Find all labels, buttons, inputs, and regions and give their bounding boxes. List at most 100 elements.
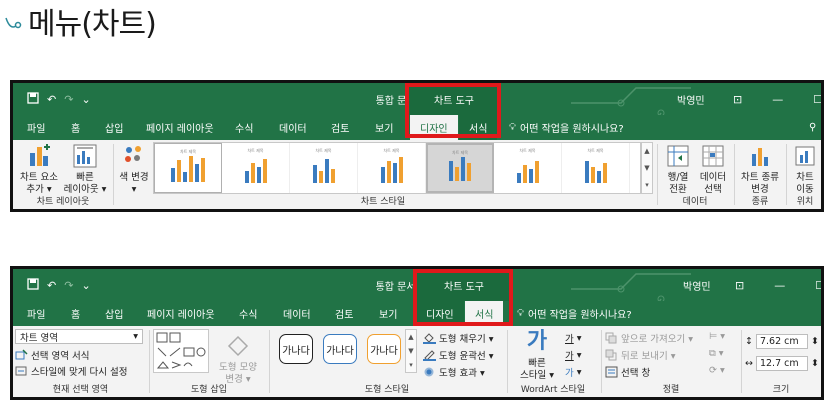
tab-formulas[interactable]: 수식 <box>235 115 253 140</box>
scroll-down-icon[interactable]: ▼ <box>408 347 413 355</box>
reset-to-match-style-button[interactable]: 스타일에 맞게 다시 설정 <box>15 364 127 378</box>
text-effects-button[interactable]: 가 ▾ <box>565 365 582 380</box>
quick-layout-button[interactable]: 빠른 레이아웃 ▾ <box>61 142 109 196</box>
chart-style-thumb-1[interactable]: 차트 제목 <box>154 143 222 193</box>
quick-layout-icon <box>71 142 99 170</box>
bring-forward-button[interactable]: 앞으로 가져오기 ▾ <box>605 331 693 345</box>
chart-style-thumb-7[interactable]: 차트 제목 <box>562 143 630 193</box>
shape-style-preset-3[interactable]: 가나다 <box>367 334 401 364</box>
tell-me-search[interactable]: 💡︎ 어떤 작업을 원하시나요? <box>509 115 624 140</box>
chart-element-dropdown[interactable]: 차트 영역 ▾ <box>15 329 143 344</box>
width-input[interactable]: 12.7 cm <box>755 356 808 371</box>
tab-view[interactable]: 보기 <box>375 115 393 140</box>
ribbon-display-icon[interactable]: ⊡ <box>735 279 744 292</box>
add-chart-element-button[interactable]: 차트 요소 추가 ▾ <box>17 142 61 196</box>
spinner-icon[interactable]: ⬍ <box>811 336 819 347</box>
tab-file[interactable]: 파일 <box>27 301 45 326</box>
user-name[interactable]: 박영민 <box>677 83 705 115</box>
chevron-down-icon: ▾ <box>133 331 138 342</box>
shape-fill-button[interactable]: 도형 채우기 ▾ <box>423 331 494 345</box>
format-selection-button[interactable]: 선택 영역 서식 <box>15 348 89 362</box>
tab-view[interactable]: 보기 <box>379 301 397 326</box>
shapes-icon <box>156 332 206 369</box>
redo-icon[interactable]: ↷ <box>64 93 73 106</box>
tab-data[interactable]: 데이터 <box>279 115 307 140</box>
spinner-icon[interactable]: ⬍ <box>811 358 819 369</box>
tab-home[interactable]: 홈 <box>71 301 80 326</box>
text-effects-icon: 가 <box>565 368 574 379</box>
tab-formulas[interactable]: 수식 <box>239 301 257 326</box>
chart-style-thumb-5[interactable]: 차트 제목 <box>426 143 494 193</box>
quick-access-toolbar: ↶ ↷ ⌄ <box>27 269 91 301</box>
tab-file[interactable]: 파일 <box>27 115 45 140</box>
customize-qat-icon[interactable]: ⌄ <box>81 93 90 106</box>
minimize-icon[interactable]: — <box>774 279 785 292</box>
chart-style-thumb-3[interactable]: 차트 제목 <box>290 143 358 193</box>
ribbon-display-icon[interactable]: ⊡ <box>733 93 742 106</box>
shape-style-preset-2[interactable]: 가나다 <box>323 334 357 364</box>
tab-page-layout[interactable]: 페이지 레이아웃 <box>147 301 215 326</box>
text-outline-button[interactable]: 가 ▾ <box>565 348 582 363</box>
tab-format[interactable]: 서식 <box>465 301 504 326</box>
selection-pane-button[interactable]: 선택 창 <box>605 365 650 379</box>
change-chart-type-button[interactable]: 차트 종류 변경 <box>735 142 785 196</box>
scroll-down-icon[interactable]: ▼ <box>644 164 649 172</box>
chart-tools-label: 차트 도구 <box>408 83 500 115</box>
scroll-up-icon[interactable]: ▲ <box>644 147 649 155</box>
tab-format[interactable]: 서식 <box>459 115 498 140</box>
height-input[interactable]: 7.62 cm <box>755 334 808 349</box>
chart-style-thumb-4[interactable]: 차트 제목 <box>358 143 426 193</box>
move-chart-icon <box>791 142 819 170</box>
select-data-button[interactable]: 데이터 선택 <box>696 142 730 196</box>
customize-qat-icon[interactable]: ⌄ <box>81 279 90 292</box>
maximize-icon[interactable]: ☐ <box>813 93 821 106</box>
window-controls: ⊡ — ☐ <box>735 269 821 301</box>
undo-icon[interactable]: ↶ <box>47 93 56 106</box>
gallery-more-icon[interactable]: ▾ <box>645 181 649 189</box>
minimize-icon[interactable]: — <box>772 93 783 106</box>
tab-page-layout[interactable]: 페이지 레이아웃 <box>146 115 214 140</box>
undo-icon[interactable]: ↶ <box>47 279 56 292</box>
shape-effects-button[interactable]: 도형 효과 ▾ <box>423 365 485 379</box>
tab-review[interactable]: 검토 <box>335 301 353 326</box>
shape-styles-scroll[interactable]: ▲ ▼ ▾ <box>405 329 417 373</box>
save-icon[interactable] <box>27 91 39 107</box>
tab-design[interactable]: 디자인 <box>416 301 464 326</box>
tab-review[interactable]: 검토 <box>331 115 349 140</box>
chart-style-thumb-2[interactable]: 차트 제목 <box>222 143 290 193</box>
tab-design[interactable]: 디자인 <box>410 115 458 140</box>
gallery-scroll[interactable]: ▲ ▼ ▾ <box>641 142 653 194</box>
group-button[interactable]: ⧉ ▾ <box>709 348 724 359</box>
wordart-icon: 가 <box>526 329 548 354</box>
maximize-icon[interactable]: ☐ <box>815 279 821 292</box>
save-icon[interactable] <box>27 277 39 293</box>
shape-outline-button[interactable]: 도형 윤곽선 ▾ <box>423 348 494 362</box>
switch-row-column-button[interactable]: 행/열 전환 <box>661 142 695 196</box>
wordart-quick-styles-button[interactable]: 가 빠른 스타일 ▾ <box>513 328 561 382</box>
move-chart-button[interactable]: 차트 이동 <box>789 142 821 196</box>
align-button[interactable]: ⊨ ▾ <box>709 331 725 342</box>
change-colors-button[interactable]: 색 변경 ▾ <box>116 142 152 196</box>
change-shape-button[interactable]: 도형 모양 변경 ▾ <box>213 332 263 386</box>
ribbon-tabs: 파일 홈 삽입 페이지 레이아웃 수식 데이터 검토 보기 디자인 서식 💡︎ … <box>13 301 821 326</box>
tab-data[interactable]: 데이터 <box>283 301 311 326</box>
share-person-icon[interactable]: ⚲ <box>809 115 816 140</box>
send-backward-button[interactable]: 뒤로 보내기 ▾ <box>605 348 676 362</box>
redo-icon[interactable]: ↷ <box>64 279 73 292</box>
user-name[interactable]: 박영민 <box>683 269 711 301</box>
group-label-data: 데이터 <box>682 197 708 207</box>
gallery-more-icon[interactable]: ▾ <box>409 361 413 369</box>
shapes-gallery[interactable] <box>153 329 209 373</box>
ribbon-tabs: 파일 홈 삽입 페이지 레이아웃 수식 데이터 검토 보기 디자인 서식 💡︎ … <box>13 115 821 140</box>
chart-style-thumb-6[interactable]: 차트 제목 <box>494 143 562 193</box>
tab-insert[interactable]: 삽입 <box>105 301 123 326</box>
tell-me-search[interactable]: 💡︎ 어떤 작업을 원하시나요? <box>517 301 632 326</box>
tab-home[interactable]: 홈 <box>71 115 80 140</box>
shape-height: ↕ 7.62 cm ⬍ <box>745 334 819 349</box>
tab-insert[interactable]: 삽입 <box>105 115 123 140</box>
rotate-button[interactable]: ⟳ ▾ <box>709 365 725 376</box>
text-fill-button[interactable]: 가 ▾ <box>565 331 582 346</box>
shape-style-preset-1[interactable]: 가나다 <box>279 334 313 364</box>
scroll-up-icon[interactable]: ▲ <box>408 333 413 341</box>
lightbulb-icon: 💡︎ <box>509 122 516 133</box>
